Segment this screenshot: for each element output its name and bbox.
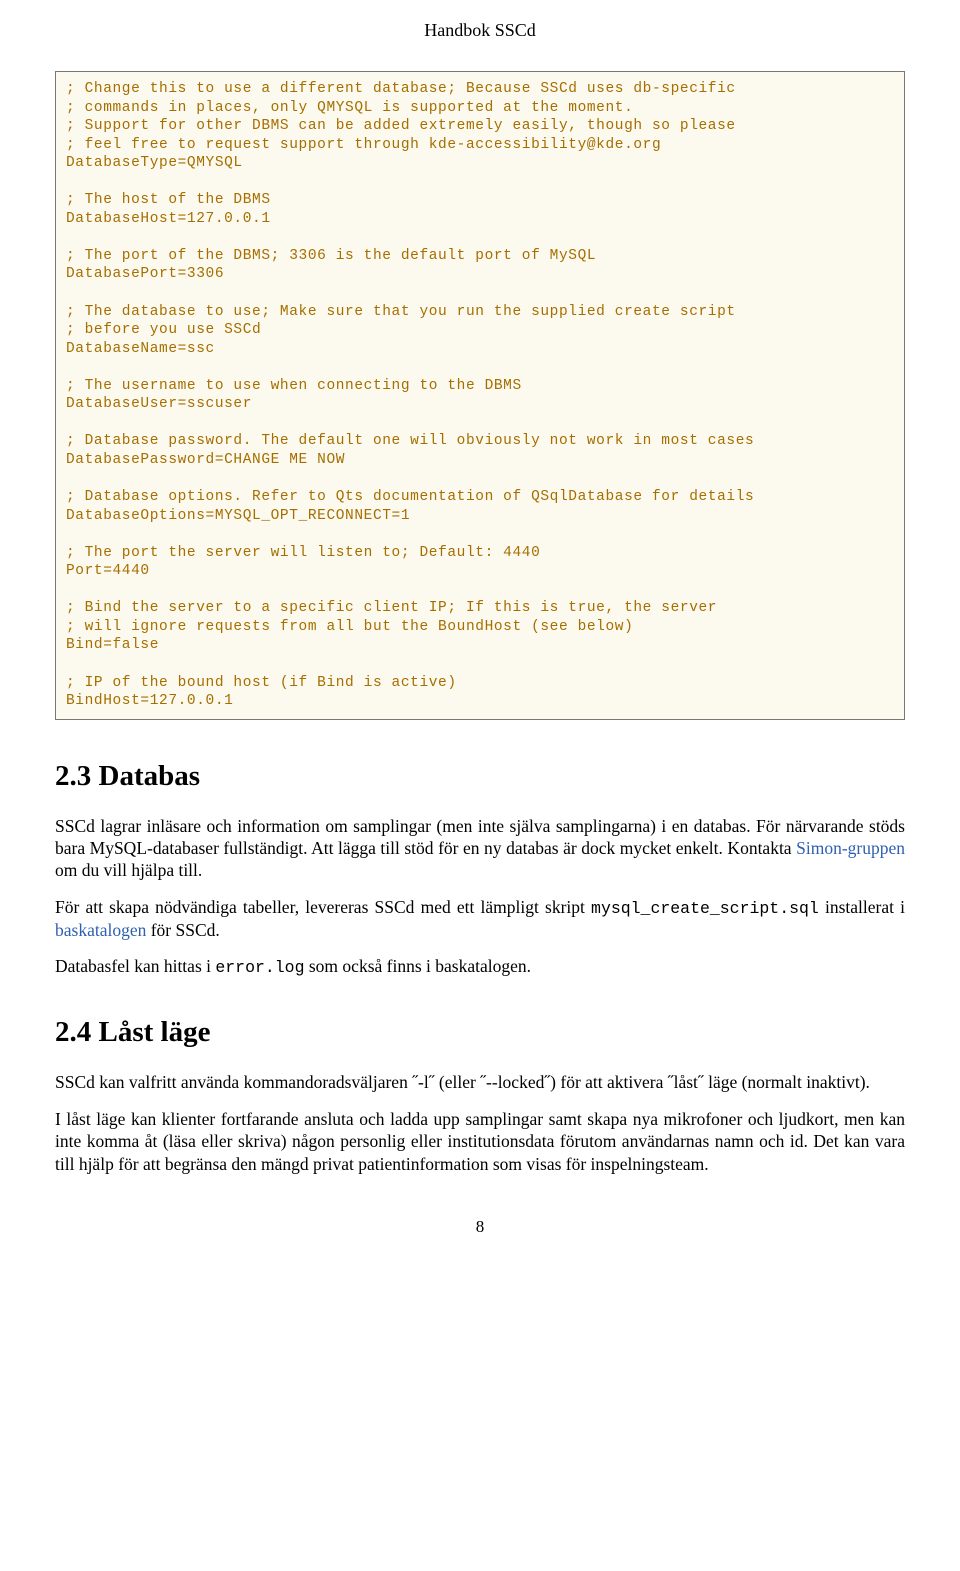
section-2-4-heading: 2.4 Låst läge [55, 1016, 905, 1049]
config-code-block: ; Change this to use a different databas… [55, 71, 905, 720]
page-header-title: Handbok SSCd [55, 20, 905, 41]
section-2-4-paragraph-2: I låst läge kan klienter fortfarande ans… [55, 1108, 905, 1175]
text-span: SSCd lagrar inläsare och information om … [55, 816, 905, 858]
section-2-3-paragraph-2: För att skapa nödvändiga tabeller, lever… [55, 896, 905, 942]
base-catalog-link[interactable]: baskatalogen [55, 920, 146, 940]
text-span: som också finns i baskatalogen. [305, 956, 531, 976]
page-number: 8 [55, 1217, 905, 1237]
text-span: för SSCd. [146, 920, 219, 940]
section-2-3-paragraph-1: SSCd lagrar inläsare och information om … [55, 815, 905, 882]
text-span: Databasfel kan hittas i [55, 956, 215, 976]
text-span: installerat i [819, 897, 905, 917]
text-span: För att skapa nödvändiga tabeller, lever… [55, 897, 591, 917]
section-2-3-heading: 2.3 Databas [55, 760, 905, 793]
code-inline: sql [789, 899, 819, 918]
text-span: om du vill hjälpa till. [55, 860, 202, 880]
code-inline: mysql_create_script [591, 899, 779, 918]
document-page: Handbok SSCd ; Change this to use a diff… [0, 0, 960, 1277]
simon-group-link[interactable]: Simon-gruppen [796, 838, 905, 858]
code-inline: error.log [215, 958, 304, 977]
section-2-4-paragraph-1: SSCd kan valfritt använda kommandoradsvä… [55, 1071, 905, 1093]
text-span: . [779, 899, 789, 918]
section-2-3-paragraph-3: Databasfel kan hittas i error.log som oc… [55, 955, 905, 978]
